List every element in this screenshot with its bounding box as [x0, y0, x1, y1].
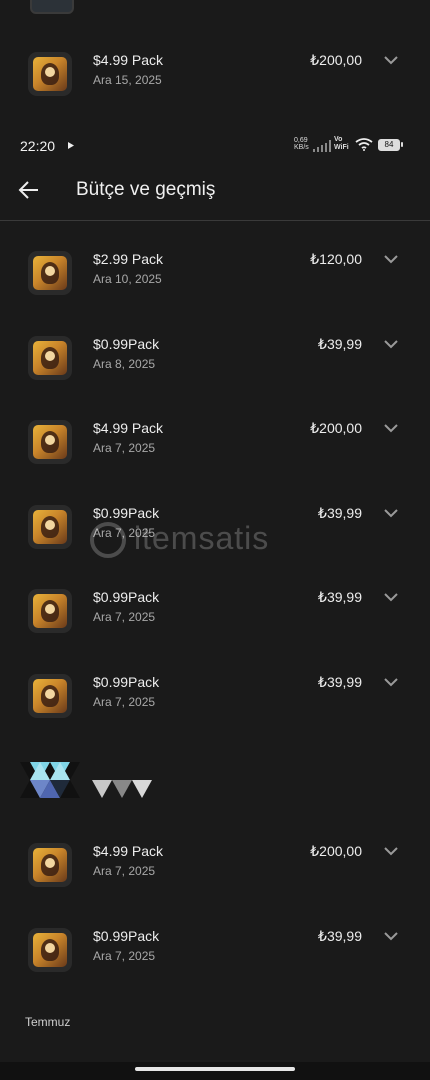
play-icon [68, 142, 74, 149]
watermark-text: itemsatis [134, 520, 270, 556]
chevron-down-icon[interactable] [383, 677, 399, 687]
item-date: Ara 7, 2025 [93, 441, 156, 455]
item-title: $0.99Pack [93, 505, 160, 521]
item-date: Ara 10, 2025 [93, 272, 162, 286]
pack-thumbnail [28, 843, 72, 887]
item-title: $4.99 Pack [93, 420, 164, 436]
item-date: Ara 15, 2025 [93, 73, 162, 87]
chevron-down-icon[interactable] [383, 339, 399, 349]
item-price: ₺200,00 [310, 420, 362, 436]
chevron-down-icon[interactable] [383, 254, 399, 264]
item-title: $0.99Pack [93, 674, 160, 690]
vowifi-label: Vo WiFi [334, 136, 349, 151]
item-date: Ara 8, 2025 [93, 357, 156, 371]
chevron-down-icon[interactable] [383, 508, 399, 518]
item-price: ₺120,00 [310, 251, 362, 267]
pack-thumbnail [28, 420, 72, 464]
pack-thumbnail [28, 589, 72, 633]
chevron-down-icon[interactable] [383, 931, 399, 941]
pack-thumbnail [28, 336, 72, 380]
item-title: $0.99Pack [93, 928, 160, 944]
purchase-item[interactable]: $4.99 Pack Ara 7, 2025 ₺200,00 [0, 420, 430, 480]
item-date: Ara 7, 2025 [93, 864, 156, 878]
item-title: $4.99 Pack [93, 52, 164, 68]
item-price: ₺39,99 [318, 928, 362, 944]
purchase-item[interactable]: $0.99Pack Ara 8, 2025 ₺39,99 [0, 336, 430, 396]
decorative-triangles [20, 762, 152, 798]
watermark-logo-icon [90, 522, 126, 558]
chevron-down-icon[interactable] [383, 423, 399, 433]
purchase-item[interactable]: $0.99Pack Ara 7, 2025 ₺39,99 [0, 589, 430, 649]
net-speed: 0,69 KB/s [294, 137, 309, 151]
pack-thumbnail [28, 505, 72, 549]
page-title: Bütçe ve geçmiş [76, 179, 216, 200]
watermark: itemsatis [90, 520, 350, 560]
item-price: ₺39,99 [318, 336, 362, 352]
item-price: ₺39,99 [318, 674, 362, 690]
item-title: $0.99Pack [93, 336, 160, 352]
status-time: 22:20 [20, 138, 56, 154]
pack-thumbnail [28, 928, 72, 972]
item-price: ₺200,00 [310, 843, 362, 859]
header-divider [0, 220, 430, 221]
purchase-item[interactable]: $0.99Pack Ara 7, 2025 ₺39,99 [0, 674, 430, 734]
signal-icon [313, 140, 331, 152]
item-price: ₺39,99 [318, 589, 362, 605]
purchase-item-top[interactable]: $4.99 Pack Ara 15, 2025 ₺200,00 [0, 52, 430, 112]
purchase-item[interactable]: $2.99 Pack Ara 10, 2025 ₺120,00 [0, 251, 430, 311]
chevron-down-icon[interactable] [383, 846, 399, 856]
pack-thumbnail [28, 674, 72, 718]
pack-thumbnail [28, 52, 72, 96]
item-title: $0.99Pack [93, 589, 160, 605]
item-title: $4.99 Pack [93, 843, 164, 859]
item-date: Ara 7, 2025 [93, 610, 156, 624]
chevron-down-icon[interactable] [383, 55, 399, 65]
purchase-item[interactable]: $4.99 Pack Ara 7, 2025 ₺200,00 [0, 843, 430, 903]
status-bar: 22:20 0,69 KB/s Vo WiFi 84 [0, 130, 430, 160]
pack-thumbnail [28, 251, 72, 295]
wifi-icon [355, 138, 373, 151]
item-title: $2.99 Pack [93, 251, 164, 267]
arrow-left-icon[interactable] [18, 179, 40, 201]
battery-tip [401, 142, 403, 147]
item-date: Ara 7, 2025 [93, 949, 156, 963]
home-indicator[interactable] [135, 1067, 295, 1071]
battery-indicator: 84 [378, 139, 400, 151]
chevron-down-icon[interactable] [383, 592, 399, 602]
purchase-item[interactable]: $0.99Pack Ara 7, 2025 ₺39,99 [0, 928, 430, 988]
app-header: Bütçe ve geçmiş [0, 168, 430, 220]
item-date: Ara 7, 2025 [93, 695, 156, 709]
item-price: ₺200,00 [310, 52, 362, 68]
month-section-label: Temmuz [25, 1015, 71, 1029]
navigation-bar [0, 1062, 430, 1080]
partial-item-thumbnail [30, 0, 74, 14]
